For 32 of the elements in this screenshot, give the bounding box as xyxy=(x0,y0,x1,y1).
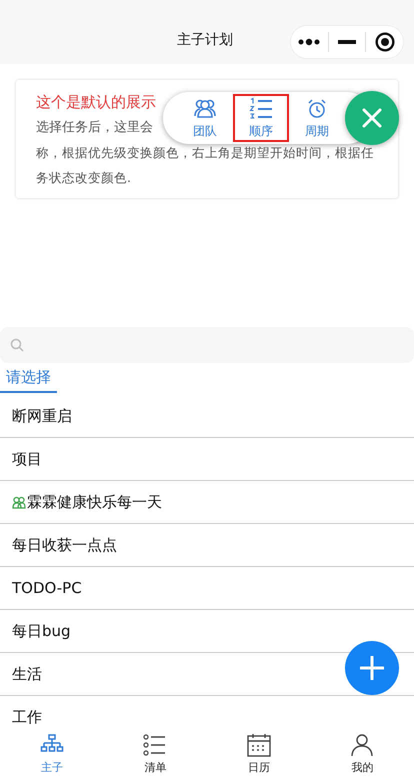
nav-tab[interactable]: 清单 xyxy=(104,728,207,780)
card-text: 选择任务后，这里会 xyxy=(36,119,153,137)
calendar-icon xyxy=(246,733,271,757)
list-item[interactable]: 项目 xyxy=(12,450,42,468)
group-icon xyxy=(12,495,26,509)
minimize-icon xyxy=(338,40,356,44)
list-icon xyxy=(143,733,168,757)
list-item[interactable]: 生活 xyxy=(12,664,42,684)
list-item[interactable]: 每日bug xyxy=(12,622,71,640)
list-item[interactable]: 断网重启 xyxy=(12,406,72,426)
nav-tab[interactable]: 日历 xyxy=(207,728,310,780)
list-item[interactable]: 每日收获一点点 xyxy=(12,536,117,554)
search-field[interactable] xyxy=(0,327,414,363)
card-text: 称，根据优先级变换颜色，右上角是期望开始时间，根据任务状态改变颜色. xyxy=(36,144,375,187)
plus-icon xyxy=(360,656,384,680)
group-icon xyxy=(193,96,217,120)
numbered-list-icon xyxy=(249,96,273,120)
option-button[interactable]: 周期 xyxy=(289,94,345,142)
tab[interactable]: 请选择 xyxy=(0,363,57,393)
list-item[interactable]: 工作 xyxy=(12,708,42,726)
option-button[interactable]: 顺序 xyxy=(233,94,289,142)
add-button[interactable] xyxy=(345,641,399,695)
window-title: 主子计划 xyxy=(177,31,233,49)
list-item[interactable]: TODO-PC xyxy=(12,579,82,597)
more-icon xyxy=(298,38,320,46)
nav-tab[interactable]: 主子 xyxy=(0,728,104,780)
nav-tab[interactable]: 我的 xyxy=(310,728,414,780)
person-icon xyxy=(350,733,374,757)
list-item[interactable]: 霖霖健康快乐每一天 xyxy=(27,492,162,512)
card-title: 这个是默认的展示 xyxy=(36,92,156,113)
option-button[interactable]: 团队 xyxy=(177,94,233,142)
search-icon xyxy=(10,338,24,352)
